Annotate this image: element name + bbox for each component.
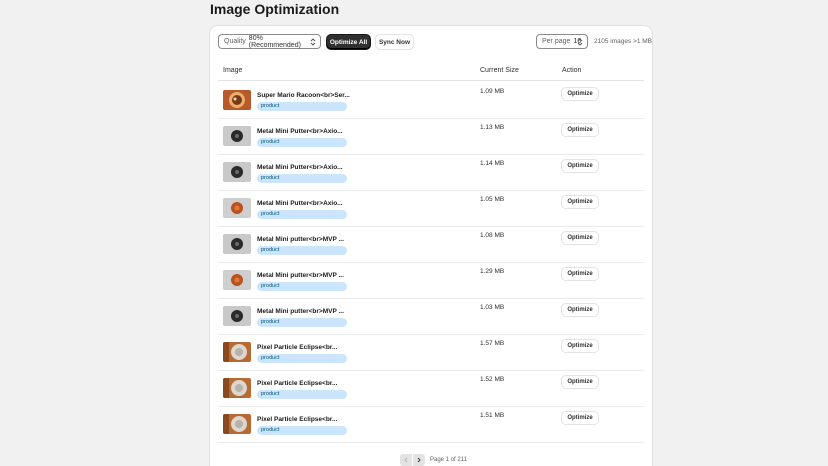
header-divider (218, 80, 644, 81)
sync-now-button[interactable]: Sync Now (376, 35, 413, 49)
quality-select-label: Quality (224, 38, 246, 45)
product-thumbnail (223, 378, 251, 398)
current-size: 1.03 MB (480, 304, 505, 311)
product-thumbnail (223, 414, 251, 434)
product-thumbnail (223, 162, 251, 182)
optimize-button[interactable]: Optimize (562, 88, 598, 100)
table-row: Metal Mini Putter<br>Axio... product 1.05 … (218, 191, 644, 227)
table-row: Pixel Particle Eclipse<br... product 1.51 … (218, 407, 644, 443)
product-name: Metal Mini Putter<br>Axio... (257, 200, 343, 207)
product-type-badge: product (257, 102, 347, 111)
select-chevron-icon (577, 38, 583, 46)
select-chevron-icon (310, 38, 316, 46)
per-page-select[interactable]: Per page 10 (536, 34, 588, 49)
optimize-button[interactable]: Optimize (562, 376, 598, 388)
product-thumbnail (223, 90, 251, 110)
column-header-action: Action (562, 67, 582, 74)
product-name: Metal Mini putter<br>MVP ... (257, 308, 344, 315)
product-thumbnail (223, 306, 251, 326)
product-thumbnail (223, 342, 251, 362)
page-title: Image Optimization (210, 1, 340, 17)
optimize-button[interactable]: Optimize (562, 196, 598, 208)
product-type-badge: product (257, 318, 347, 327)
product-name: Pixel Particle Eclipse<br... (257, 416, 338, 423)
product-name: Metal Mini Putter<br>Axio... (257, 164, 343, 171)
product-type-badge: product (257, 210, 347, 219)
next-page-button[interactable] (413, 454, 425, 466)
pagination: Page 1 of 211 (400, 454, 467, 466)
product-thumbnail (223, 126, 251, 146)
table-row: Metal Mini Putter<br>Axio... product 1.14 … (218, 155, 644, 191)
current-size: 1.52 MB (480, 376, 505, 383)
previous-page-button[interactable] (400, 454, 412, 466)
table-row: Metal Mini Putter<br>Axio... product 1.13 … (218, 119, 644, 155)
column-header-image: Image (223, 67, 243, 74)
table-row: Metal Mini putter<br>MVP ... product 1.08 … (218, 227, 644, 263)
product-type-badge: product (257, 246, 347, 255)
product-thumbnail (223, 198, 251, 218)
product-name: Metal Mini putter<br>MVP ... (257, 236, 344, 243)
current-size: 1.08 MB (480, 232, 505, 239)
chevron-right-icon (417, 457, 421, 463)
product-name: Pixel Particle Eclipse<br... (257, 344, 338, 351)
current-size: 1.29 MB (480, 268, 505, 275)
product-name: Metal Mini putter<br>MVP ... (257, 272, 344, 279)
product-name: Pixel Particle Eclipse<br... (257, 380, 338, 387)
table-row: Metal Mini putter<br>MVP ... product 1.29 … (218, 263, 644, 299)
optimize-button[interactable]: Optimize (562, 304, 598, 316)
pagination-text: Page 1 of 211 (430, 457, 467, 463)
product-type-badge: product (257, 354, 347, 363)
column-header-size: Current Size (480, 67, 519, 74)
current-size: 1.57 MB (480, 340, 505, 347)
per-page-label: Per page (542, 38, 571, 45)
product-type-badge: product (257, 426, 347, 435)
product-type-badge: product (257, 390, 347, 399)
optimize-button[interactable]: Optimize (562, 412, 598, 424)
product-thumbnail (223, 270, 251, 290)
current-size: 1.14 MB (480, 160, 505, 167)
current-size: 1.05 MB (480, 196, 505, 203)
optimize-button[interactable]: Optimize (562, 124, 598, 136)
optimize-all-button[interactable]: Optimize All (327, 35, 370, 49)
product-name: Metal Mini Putter<br>Axio... (257, 128, 343, 135)
product-type-badge: product (257, 174, 347, 183)
current-size: 1.13 MB (480, 124, 505, 131)
product-type-badge: product (257, 282, 347, 291)
table-row: Metal Mini putter<br>MVP ... product 1.03 … (218, 299, 644, 335)
product-type-badge: product (257, 138, 347, 147)
table-row: Pixel Particle Eclipse<br... product 1.57 … (218, 335, 644, 371)
table-row: Super Mario Racoon<br>Ser... product 1.09 … (218, 83, 644, 119)
current-size: 1.09 MB (480, 88, 505, 95)
images-card: Quality 80% (Recommended) Optimize All S… (210, 26, 652, 466)
optimize-button[interactable]: Optimize (562, 340, 598, 352)
table-row: Pixel Particle Eclipse<br... product 1.52 … (218, 371, 644, 407)
chevron-left-icon (404, 457, 408, 463)
quality-select-value: 80% (Recommended) (248, 34, 301, 49)
current-size: 1.51 MB (480, 412, 505, 419)
optimize-button[interactable]: Optimize (562, 232, 598, 244)
images-summary: 2105 images >1 MB (594, 38, 652, 45)
product-name: Super Mario Racoon<br>Ser... (257, 92, 350, 99)
optimize-button[interactable]: Optimize (562, 268, 598, 280)
quality-select[interactable]: Quality 80% (Recommended) (218, 34, 321, 49)
product-thumbnail (223, 234, 251, 254)
optimize-button[interactable]: Optimize (562, 160, 598, 172)
